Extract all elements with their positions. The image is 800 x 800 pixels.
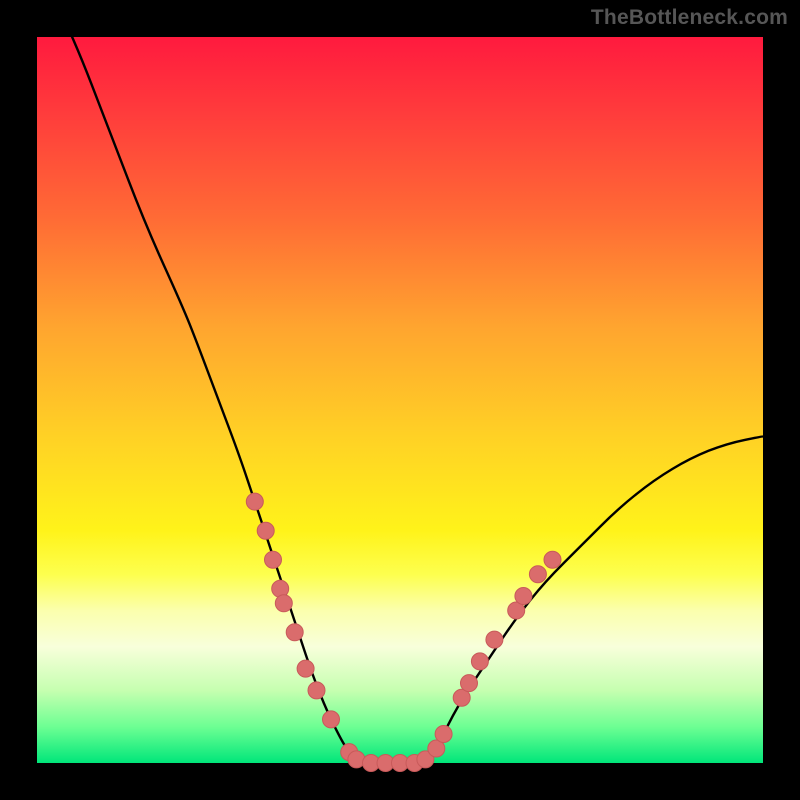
curve-marker (257, 522, 274, 539)
curve-marker (515, 588, 532, 605)
plot-area (37, 37, 763, 763)
curve-marker (323, 711, 340, 728)
curve-marker (308, 682, 325, 699)
curve-marker (435, 726, 452, 743)
curve-marker (461, 675, 478, 692)
curve-marker (275, 595, 292, 612)
chart-svg (37, 37, 763, 763)
chart-frame: TheBottleneck.com (0, 0, 800, 800)
curve-marker (529, 566, 546, 583)
curve-marker (297, 660, 314, 677)
curve-marker (471, 653, 488, 670)
curve-marker (246, 493, 263, 510)
curve-marker (486, 631, 503, 648)
curve-marker (544, 551, 561, 568)
curve-marker (265, 551, 282, 568)
curve-marker (286, 624, 303, 641)
watermark-text: TheBottleneck.com (591, 6, 788, 30)
bottleneck-curve (37, 0, 763, 763)
curve-markers (246, 493, 561, 771)
